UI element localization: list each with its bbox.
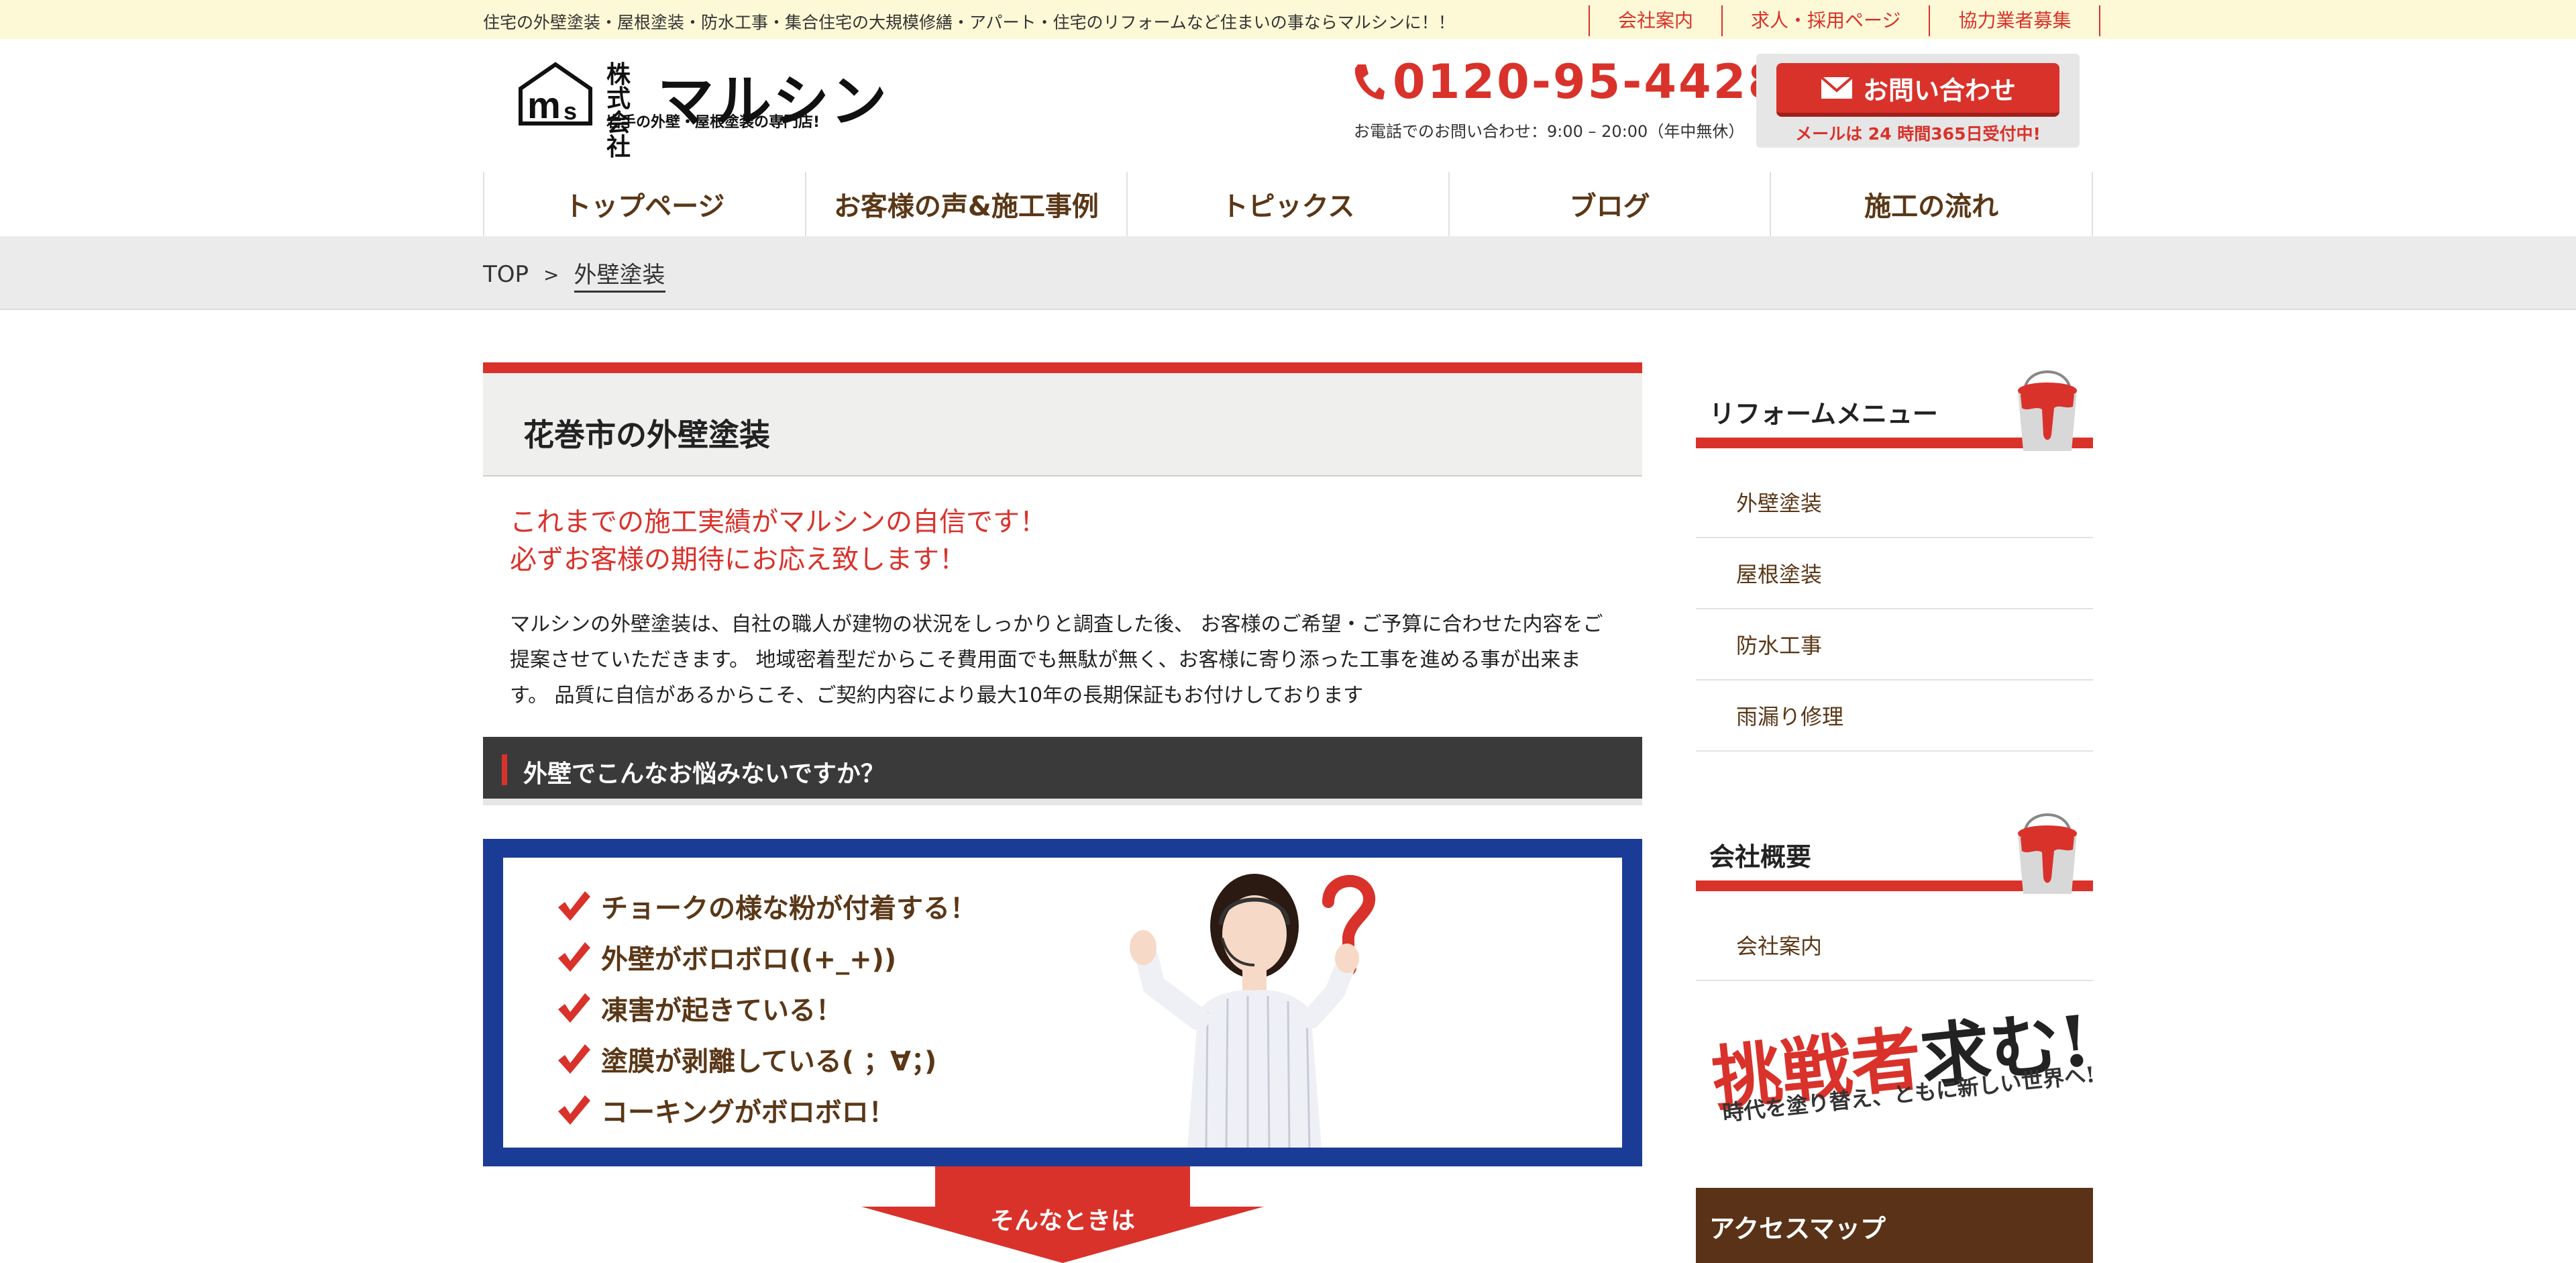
contact-button[interactable]: お問い合わせ [1776,63,2059,117]
breadcrumb-bar: TOP > 外壁塗装 [0,236,2576,310]
sidebar-item-waterproofing[interactable]: 防水工事 [1696,609,2093,680]
operator-woman-illustration [1130,874,1376,1148]
top-links: 会社案内 求人・採用ページ 協力業者募集 [1589,5,2101,36]
contact-button-label: お問い合わせ [1862,75,2016,105]
page-heading-box: 花巻市の外壁塗装 [483,362,1642,476]
phone-icon [1354,64,1385,100]
sidebar-item-exterior-painting[interactable]: 外壁塗装 [1696,467,2093,538]
sidebar-item-company-info[interactable]: 会社案内 [1696,910,2093,981]
nav-voices-cases[interactable]: お客様の声&施工事例 [804,172,1127,236]
breadcrumb-separator: > [543,263,559,286]
sidebar-company-list: 会社案内 [1696,910,2093,981]
section-heading: 外壁でこんなお悩みないですか？ [523,760,885,788]
list-item: 塗膜が剥離している( ；∀；) [557,1033,977,1084]
contact-note: メールは 24 時間365日受付中! [1795,124,2041,144]
top-bar: 住宅の外壁塗装・屋根塗装・防水工事・集合住宅の大規模修繕・アパート・住宅のリフォ… [0,0,2576,39]
top-link-partners[interactable]: 協力業者募集 [1929,5,2101,36]
phone-number-link[interactable]: 0120-95-4428 [1351,54,1782,109]
sidebar-company-heading: 会社概要 [1696,808,2093,894]
top-link-recruit[interactable]: 求人・採用ページ [1721,5,1929,36]
sidebar-reform-title: リフォームメニュー [1709,399,1938,429]
sidebar-company-title: 会社概要 [1709,842,1812,872]
worries-panel: チョークの様な粉が付着する！ 外壁がボロボロ((+_+)) 凍害が起きている！ … [503,858,1622,1148]
worry-text: 塗膜が剥離している( ；∀；) [601,1046,937,1077]
sidebar-access-heading: アクセスマップ [1696,1188,2093,1263]
svg-text:m: m [527,84,561,126]
sidebar-item-leak-repair[interactable]: 雨漏り修理 [1696,680,2093,752]
sidebar-reform-heading: リフォームメニュー [1696,365,2093,451]
phone-number: 0120-95-4428 [1393,54,1783,109]
sidebar-access-title: アクセスマップ [1709,1214,1886,1244]
checkmark-icon [558,1044,590,1074]
nav-flow[interactable]: 施工の流れ [1770,172,2093,236]
breadcrumb-home[interactable]: TOP [483,261,529,288]
checkmark-icon [558,993,590,1023]
top-bar-message: 住宅の外壁塗装・屋根塗装・防水工事・集合住宅の大規模修繕・アパート・住宅のリフォ… [483,13,1455,32]
intro-paragraph: マルシンの外壁塗装は、自社の職人が建物の状況をしっかりと調査した後、 お客様のご… [510,613,1603,707]
nav-blog[interactable]: ブログ [1448,172,1770,236]
heading-accent [502,754,507,785]
logo-subtitle: 岩手の外壁・屋根塗装の専門店! [606,114,820,131]
breadcrumb: TOP > 外壁塗装 [483,256,665,293]
checkmark-icon [558,1095,590,1125]
lead-text: これまでの施工実績がマルシンの自信です！ 必ずお客様の期待にお応え致します！ [510,503,1046,578]
worry-text: 凍害が起きている！ [601,995,843,1026]
checkmark-icon [558,891,590,921]
page-title: 花巻市の外壁塗装 [523,417,770,453]
section-heading-bar: 外壁でこんなお悩みないですか？ [483,737,1642,805]
worry-text: コーキングがボロボロ！ [601,1097,896,1128]
main-nav: トップページ お客様の声&施工事例 トピックス ブログ 施工の流れ [483,172,2093,236]
logo-house-icon: m s [519,62,592,126]
contact-box: お問い合わせ メールは 24 時間365日受付中! [1756,54,2080,148]
paint-bucket-icon [2018,370,2077,451]
top-link-company[interactable]: 会社案内 [1589,5,1721,36]
nav-topics[interactable]: トピックス [1126,172,1448,236]
phone-hours: お電話でのお問い合わせ：9:00 – 20:00（年中無休） [1354,122,1745,141]
site-logo[interactable]: m s 株式会社 マルシン 岩手の外壁・屋根塗装の専門店! [518,60,887,160]
breadcrumb-current[interactable]: 外壁塗装 [574,256,665,293]
recruit-banner[interactable]: 挑戦者求む! 時代を塗り替え、ともに新しい世界へ! [1709,999,2096,1157]
worries-banner: チョークの様な粉が付着する！ 外壁がボロボロ((+_+)) 凍害が起きている！ … [483,839,1642,1166]
mail-icon [1820,76,1854,99]
list-item: コーキングがボロボロ！ [557,1084,977,1135]
list-item: チョークの様な粉が付着する！ [557,880,977,931]
checkmark-icon [558,942,590,972]
paint-bucket-icon [2018,813,2077,894]
lead-line-1: これまでの施工実績がマルシンの自信です！ [510,507,1046,538]
worries-list: チョークの様な粉が付着する！ 外壁がボロボロ((+_+)) 凍害が起きている！ … [557,880,977,1135]
arrow-label: そんなときは [989,1207,1135,1235]
worry-text: チョークの様な粉が付着する！ [601,893,977,924]
sidebar-reform-list: 外壁塗装 屋根塗装 防水工事 雨漏り修理 [1696,467,2093,752]
lead-line-2: 必ずお客様の期待にお応え致します！ [510,544,966,575]
svg-text:s: s [564,97,577,125]
list-item: 凍害が起きている！ [557,982,977,1033]
nav-top[interactable]: トップページ [483,172,805,236]
list-item: 外壁がボロボロ((+_+)) [557,931,977,982]
sidebar-item-roof-painting[interactable]: 屋根塗装 [1696,538,2093,609]
worry-text: 外壁がボロボロ((+_+)) [601,944,897,975]
